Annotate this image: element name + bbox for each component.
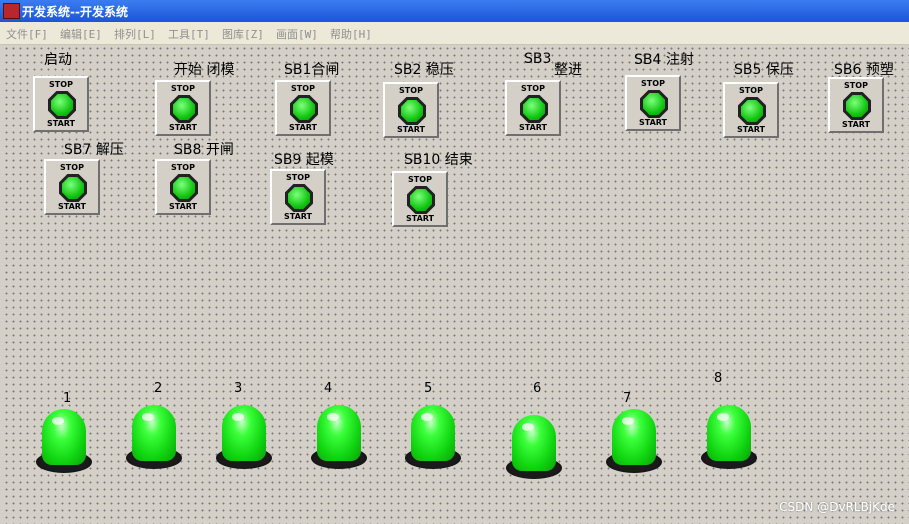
green-lamp-icon: [42, 409, 86, 465]
start-text: START: [288, 123, 318, 132]
button-qidong[interactable]: STOP START: [33, 76, 89, 132]
green-octagon-icon: [48, 91, 76, 119]
lamp-label-1: 1: [63, 391, 72, 406]
green-octagon-icon: [407, 186, 435, 214]
stop-text: STOP: [291, 84, 315, 93]
label-sb4: SB4 注射: [634, 52, 694, 68]
stop-text: STOP: [641, 79, 665, 88]
indicator-lamp-4: [311, 405, 367, 469]
menu-screen[interactable]: 画面[W]: [276, 26, 318, 42]
indicator-lamp-5: [405, 405, 461, 469]
indicator-lamp-6: [506, 415, 562, 479]
indicator-lamp-3: [216, 405, 272, 469]
lamp-label-4: 4: [324, 381, 333, 396]
start-text: START: [57, 202, 87, 211]
label-sb7: SB7 解压: [64, 142, 124, 158]
indicator-lamp-1: [36, 409, 92, 473]
button-start-close-mold[interactable]: STOP START: [155, 80, 211, 136]
green-octagon-icon: [738, 97, 766, 125]
menu-file[interactable]: 文件[F]: [6, 26, 48, 42]
label-sb5: SB5 保压: [734, 62, 794, 78]
menu-tools[interactable]: 工具[T]: [168, 26, 210, 42]
stop-text: STOP: [844, 81, 868, 90]
lamp-label-5: 5: [424, 381, 433, 396]
start-text: START: [168, 123, 198, 132]
green-octagon-icon: [59, 174, 87, 202]
start-text: START: [841, 120, 871, 129]
window-title: 开发系统--开发系统: [22, 5, 128, 19]
label-qidong: 启动: [44, 52, 72, 68]
label-sb10: SB10 结束: [404, 152, 473, 168]
menu-arrange[interactable]: 排列[L]: [114, 26, 156, 42]
button-sb5[interactable]: STOP START: [723, 82, 779, 138]
label-sb3: SB3: [524, 51, 552, 67]
button-sb7[interactable]: STOP START: [44, 159, 100, 215]
start-text: START: [168, 202, 198, 211]
green-octagon-icon: [290, 95, 318, 123]
green-lamp-icon: [222, 405, 266, 461]
green-lamp-icon: [411, 405, 455, 461]
label-sb9: SB9 起模: [274, 152, 334, 168]
start-text: START: [736, 125, 766, 134]
green-lamp-icon: [132, 405, 176, 461]
label-sb1: SB1合闸: [284, 62, 340, 78]
menu-edit[interactable]: 编辑[E]: [60, 26, 102, 42]
green-lamp-icon: [707, 405, 751, 461]
lamp-label-3: 3: [234, 381, 243, 396]
label-sb3-action: 整进: [554, 62, 582, 78]
green-octagon-icon: [640, 90, 668, 118]
green-octagon-icon: [520, 95, 548, 123]
stop-text: STOP: [171, 163, 195, 172]
stop-text: STOP: [408, 175, 432, 184]
green-octagon-icon: [398, 97, 426, 125]
start-text: START: [638, 118, 668, 127]
lamp-label-2: 2: [154, 381, 163, 396]
stop-text: STOP: [60, 163, 84, 172]
hmi-canvas: 启动 开始 闭模 SB1合闸 SB2 稳压 SB3 整进 SB4 注射 SB5 …: [3, 45, 909, 524]
lamp-label-6: 6: [533, 381, 542, 396]
green-lamp-icon: [512, 415, 556, 471]
watermark-text: CSDN @DvRLBjKde: [779, 500, 895, 514]
stop-text: STOP: [171, 84, 195, 93]
stop-text: STOP: [286, 173, 310, 182]
button-sb10[interactable]: STOP START: [392, 171, 448, 227]
green-octagon-icon: [170, 95, 198, 123]
button-sb1[interactable]: STOP START: [275, 80, 331, 136]
green-lamp-icon: [612, 409, 656, 465]
button-sb6[interactable]: STOP START: [828, 77, 884, 133]
label-sb6: SB6 预塑: [834, 62, 894, 78]
label-sb2: SB2 稳压: [394, 62, 454, 78]
menu-gallery[interactable]: 图库[Z]: [222, 26, 264, 42]
button-sb9[interactable]: STOP START: [270, 169, 326, 225]
start-text: START: [46, 119, 76, 128]
label-sb8: SB8 开闸: [174, 142, 234, 158]
menu-bar: 文件[F] 编辑[E] 排列[L] 工具[T] 图库[Z] 画面[W] 帮助[H…: [0, 22, 909, 45]
green-octagon-icon: [843, 92, 871, 120]
button-sb8[interactable]: STOP START: [155, 159, 211, 215]
button-sb4[interactable]: STOP START: [625, 75, 681, 131]
title-bar: 开发系统--开发系统: [0, 0, 909, 22]
button-sb2[interactable]: STOP START: [383, 82, 439, 138]
green-octagon-icon: [285, 184, 313, 212]
start-text: START: [518, 123, 548, 132]
app-icon: [3, 3, 20, 19]
start-text: START: [283, 212, 313, 221]
start-text: START: [405, 214, 435, 223]
green-lamp-icon: [317, 405, 361, 461]
stop-text: STOP: [739, 86, 763, 95]
menu-help[interactable]: 帮助[H]: [330, 26, 372, 42]
label-start-close-mold: 开始 闭模: [174, 62, 235, 78]
stop-text: STOP: [521, 84, 545, 93]
stop-text: STOP: [399, 86, 423, 95]
indicator-lamp-8: [701, 405, 757, 469]
lamp-label-7: 7: [623, 391, 632, 406]
start-text: START: [396, 125, 426, 134]
lamp-label-8: 8: [714, 371, 723, 386]
indicator-lamp-2: [126, 405, 182, 469]
green-octagon-icon: [170, 174, 198, 202]
indicator-lamp-7: [606, 409, 662, 473]
button-sb3[interactable]: STOP START: [505, 80, 561, 136]
stop-text: STOP: [49, 80, 73, 89]
